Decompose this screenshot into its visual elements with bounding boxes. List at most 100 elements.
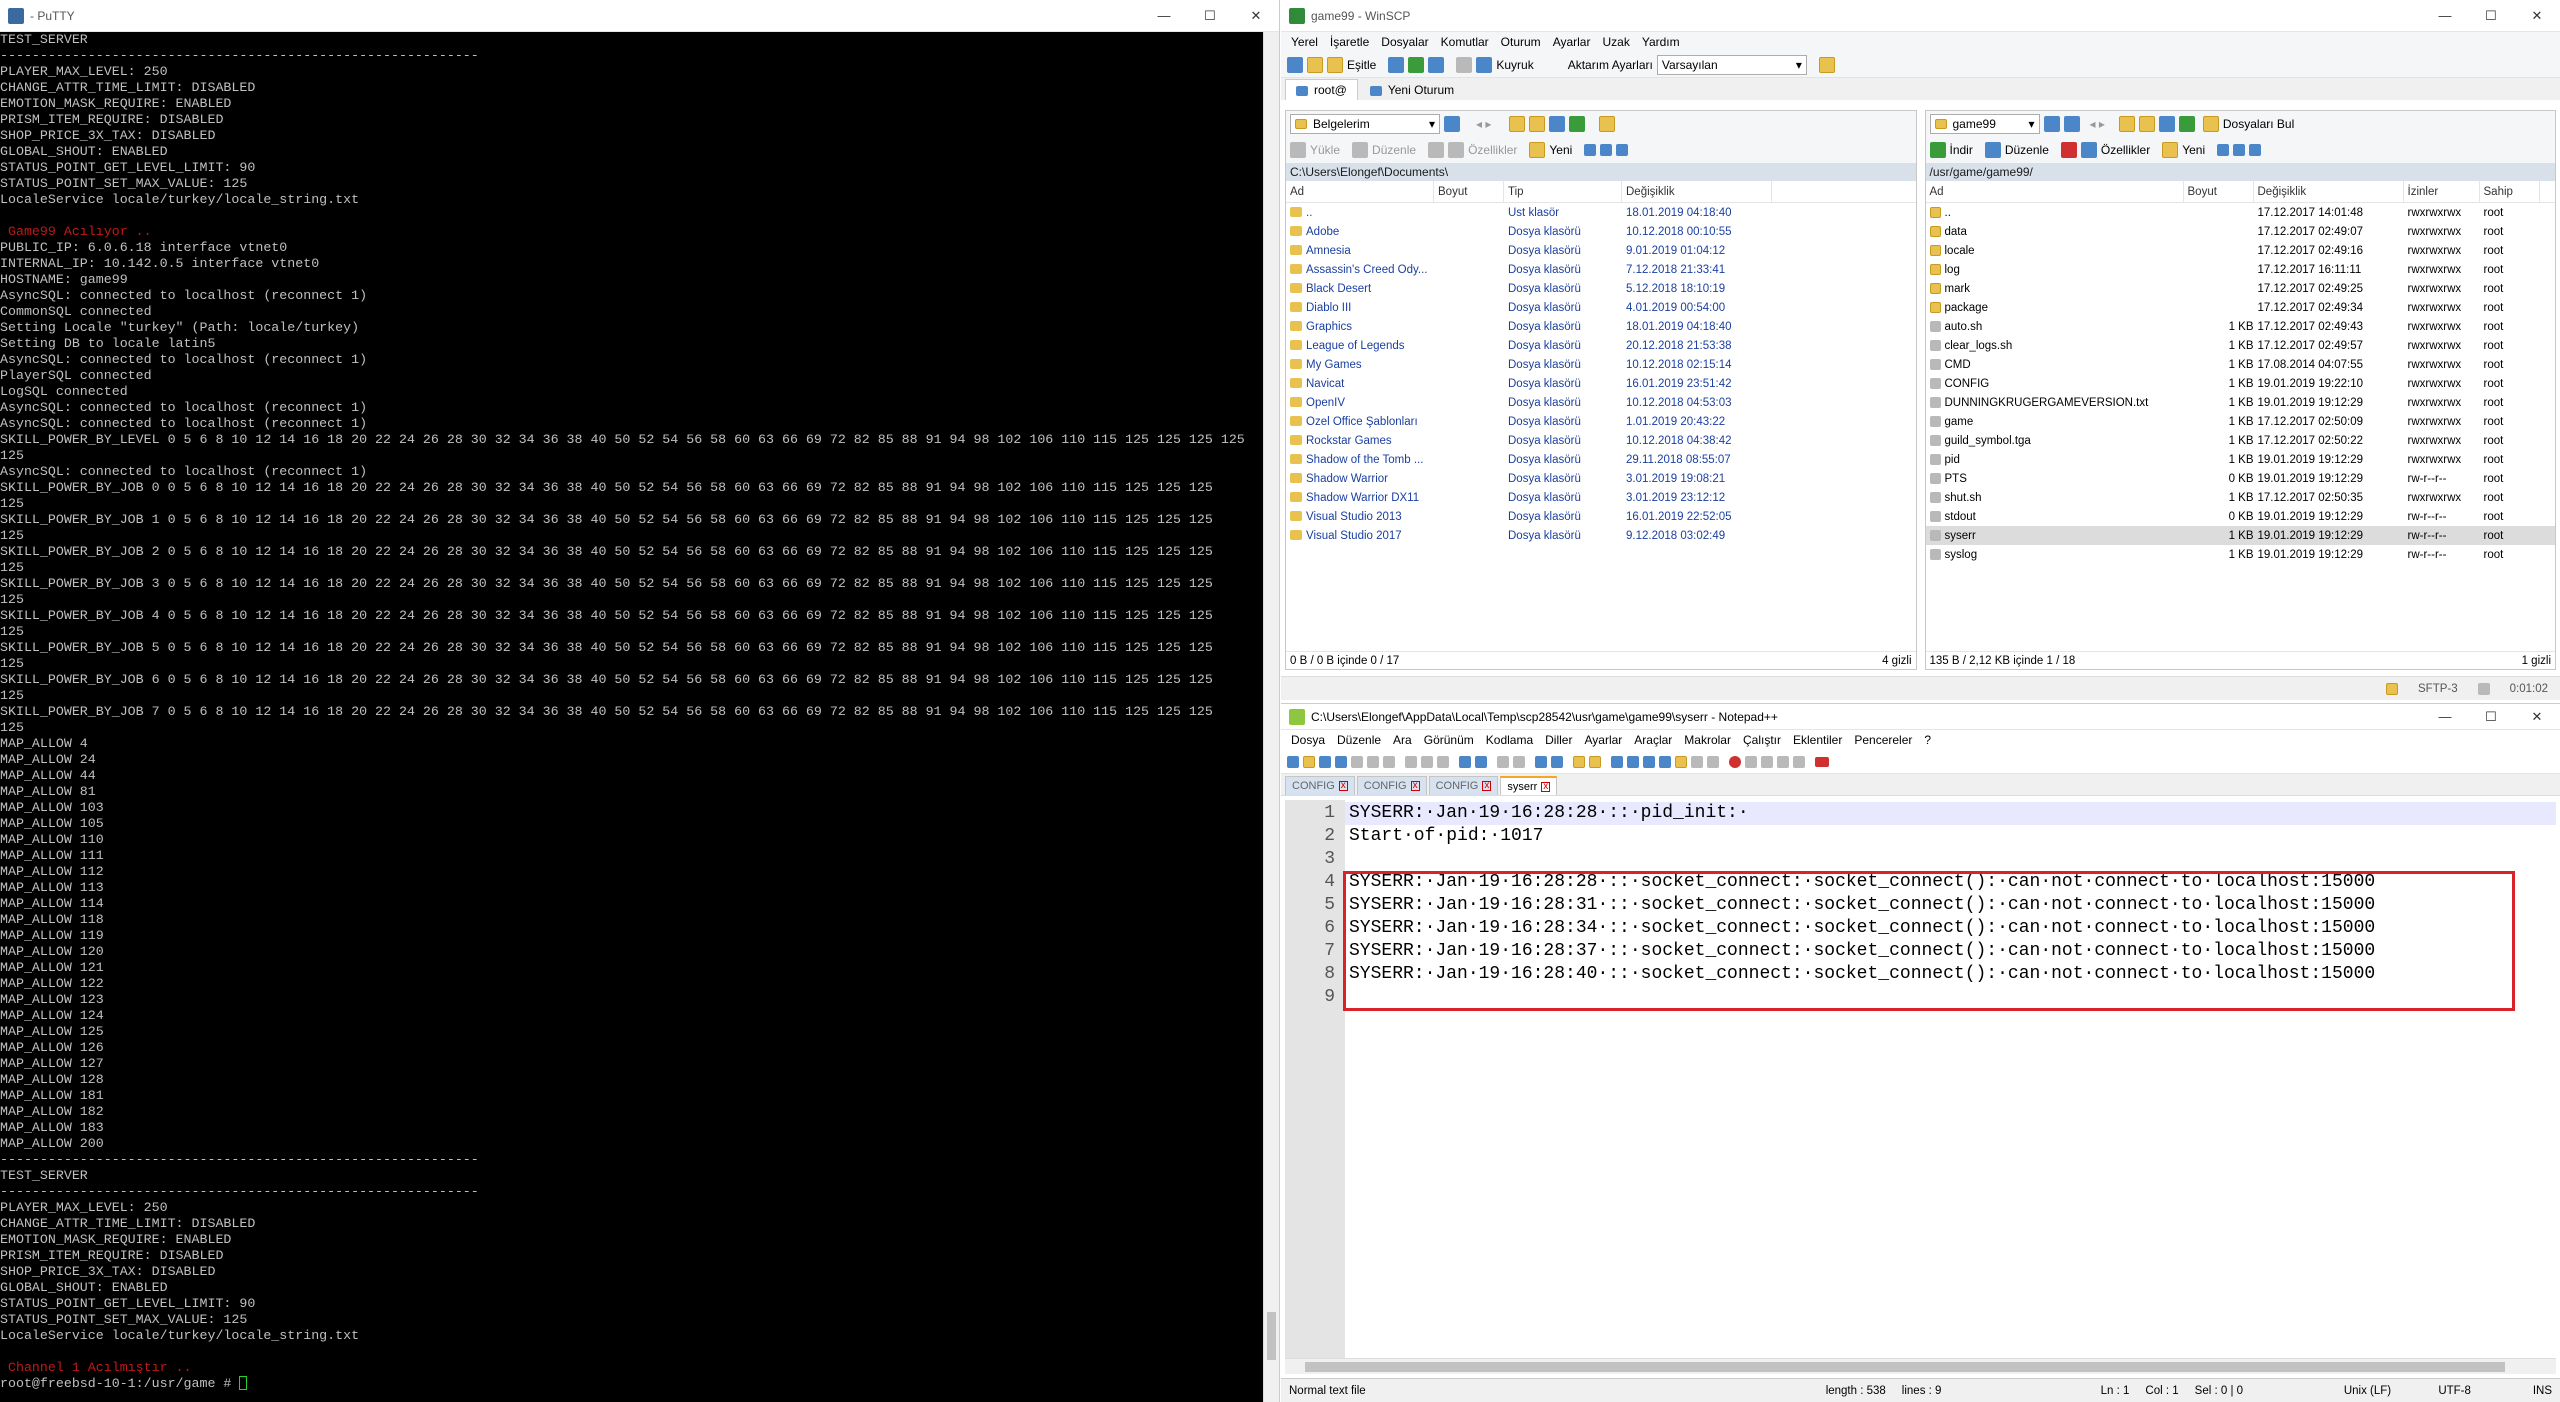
expand-icon[interactable] <box>1584 144 1597 156</box>
remote-file-row[interactable]: mark 17.12.2017 02:49:25 rwxrwxrwx root <box>1926 279 2556 298</box>
local-file-row[interactable]: Shadow Warrior Dosya klasörü 3.01.2019 19:… <box>1286 469 1916 488</box>
parent-folder-icon[interactable] <box>2118 116 2135 132</box>
putty-icon[interactable] <box>1408 56 1425 73</box>
maximize-button[interactable]: ☐ <box>2468 0 2514 32</box>
code-line[interactable]: ​ <box>1345 848 2556 871</box>
remote-file-row[interactable]: syslog 1 KB 19.01.2019 19:12:29 rw-r--r-- ro… <box>1926 545 2556 564</box>
back-icon[interactable]: ◂ ▸ <box>2090 117 2105 131</box>
collapse-icon[interactable] <box>2233 144 2246 156</box>
preset-icon[interactable] <box>1818 56 1835 73</box>
menu-local[interactable]: Yerel <box>1285 35 1324 49</box>
upload-button[interactable]: Yükle <box>1310 143 1340 157</box>
find-icon[interactable] <box>1599 116 1616 132</box>
minimize-button[interactable]: — <box>1141 0 1187 32</box>
remote-file-row[interactable]: PTS 0 KB 19.01.2019 19:12:29 rw-r--r-- root <box>1926 469 2556 488</box>
col-modified[interactable]: Değişiklik <box>1622 181 1772 202</box>
upload-icon[interactable] <box>1290 142 1306 158</box>
remote-file-row[interactable]: game 1 KB 17.12.2017 02:50:09 rwxrwxrwx root <box>1926 412 2556 431</box>
menu-run[interactable]: Çalıştır <box>1737 733 1787 747</box>
local-file-row[interactable]: My Games Dosya klasörü 10.12.2018 02:15:14 <box>1286 355 1916 374</box>
indent-guide-icon[interactable] <box>1643 755 1655 768</box>
maximize-button[interactable]: ☐ <box>2468 704 2514 730</box>
sync-h-icon[interactable] <box>1589 755 1601 768</box>
close-icon[interactable]: x <box>1482 781 1492 791</box>
menu-mark[interactable]: İşaretle <box>1324 35 1375 49</box>
code-line[interactable]: SYSERR:·Jan·19·16:28:28·::·pid_init:· <box>1345 802 2556 825</box>
new-button[interactable]: Yeni <box>1549 143 1572 157</box>
editor[interactable]: 123456789 SYSERR:·Jan·19·16:28:28·::·pid… <box>1285 800 2556 1360</box>
minimize-button[interactable]: — <box>2422 704 2468 730</box>
zoom-out-icon[interactable] <box>1551 755 1563 768</box>
local-file-row[interactable]: Shadow Warrior DX11 Dosya klasörü 3.01.201… <box>1286 488 1916 507</box>
new-session-tab[interactable]: Yeni Oturum <box>1359 80 1465 100</box>
filter-icon[interactable] <box>2249 144 2262 156</box>
properties-icon[interactable] <box>2080 142 2097 158</box>
root-folder-icon[interactable] <box>1529 116 1546 132</box>
edit-icon[interactable] <box>1352 142 1369 158</box>
terminal-prompt-line[interactable]: root@freebsd-10-1:/usr/game # <box>0 1376 1264 1392</box>
remote-file-row[interactable]: stdout 0 KB 19.01.2019 19:12:29 rw-r--r-- ro… <box>1926 507 2556 526</box>
terminal-icon[interactable] <box>1388 56 1405 73</box>
transfer-settings-select[interactable]: Varsayılan ▾ <box>1656 54 1807 75</box>
tab-config-2[interactable]: CONFIG x <box>1356 776 1427 795</box>
function-list-icon[interactable] <box>1691 755 1703 768</box>
menu-help[interactable]: Yardım <box>1636 35 1686 49</box>
find-files-button[interactable]: Dosyaları Bul <box>2223 117 2294 131</box>
tab-config-1[interactable]: CONFIG x <box>1285 776 1355 795</box>
terminal-output[interactable]: TEST_SERVER -----------------------------… <box>0 32 1264 1402</box>
zoom-in-icon[interactable] <box>1535 755 1547 768</box>
replace-icon[interactable] <box>1513 755 1525 768</box>
print-icon[interactable] <box>1383 755 1395 768</box>
menu-file[interactable]: Dosya <box>1285 733 1331 747</box>
remote-file-row[interactable]: CONFIG 1 KB 19.01.2019 19:22:10 rwxrwxrwx ro… <box>1926 374 2556 393</box>
local-file-row[interactable]: .. Üst klasör 18.01.2019 04:18:40 <box>1286 203 1916 222</box>
maximize-button[interactable]: ☐ <box>1187 0 1233 32</box>
doc-map-icon[interactable] <box>1675 755 1687 768</box>
gear-icon[interactable] <box>1456 56 1473 73</box>
session-tab[interactable]: root@ <box>1285 79 1358 100</box>
delete-icon[interactable] <box>1428 142 1445 158</box>
collapse-icon[interactable] <box>1600 144 1613 156</box>
new-icon[interactable] <box>2162 142 2179 158</box>
home-icon[interactable] <box>1549 116 1566 132</box>
save-macro-icon[interactable] <box>1793 755 1805 768</box>
sync-icon[interactable] <box>1327 56 1343 73</box>
col-name[interactable]: Ad <box>1286 181 1434 202</box>
undo-icon[interactable] <box>1459 755 1471 768</box>
menu-window[interactable]: Pencereler <box>1848 733 1918 747</box>
sync-v-icon[interactable] <box>1573 755 1585 768</box>
close-all-icon[interactable] <box>1367 755 1379 768</box>
back-icon[interactable]: ◂ ▸ <box>1476 117 1491 131</box>
local-drive-select[interactable]: Belgelerim ▾ <box>1290 114 1440 134</box>
minimize-button[interactable]: — <box>2422 0 2468 32</box>
download-button[interactable]: İndir <box>1950 143 1973 157</box>
local-file-row[interactable]: OpenIV Dosya klasörü 10.12.2018 04:53:03 <box>1286 393 1916 412</box>
close-icon[interactable]: x <box>1338 781 1348 791</box>
filter-icon[interactable] <box>1616 144 1629 156</box>
edit-button[interactable]: Düzenle <box>2005 143 2049 157</box>
remote-file-row[interactable]: locale 17.12.2017 02:49:16 rwxrwxrwx root <box>1926 241 2556 260</box>
remote-file-row[interactable]: DUNNINGKRUGERGAMEVERSION.txt 1 KB 19.01.20… <box>1926 393 2556 412</box>
remote-file-row[interactable]: .. 17.12.2017 14:01:48 rwxrwxrwx root <box>1926 203 2556 222</box>
copy-icon[interactable] <box>1421 755 1433 768</box>
folder-workspace-icon[interactable] <box>1707 755 1719 768</box>
filter-icon[interactable] <box>1444 116 1460 132</box>
filter-icon[interactable] <box>2043 116 2060 132</box>
col-permissions[interactable]: İzinler <box>2404 181 2480 202</box>
menu-plugins[interactable]: Eklentiler <box>1787 733 1848 747</box>
save-icon[interactable] <box>1319 755 1331 768</box>
close-icon[interactable]: x <box>1541 781 1551 792</box>
home-icon[interactable] <box>2158 116 2175 132</box>
remote-file-row[interactable]: pid 1 KB 19.01.2019 19:12:29 rwxrwxrwx root <box>1926 450 2556 469</box>
tab-syserr[interactable]: syserr x <box>1500 776 1558 795</box>
local-file-row[interactable]: Visual Studio 2013 Dosya klasörü 16.01.201… <box>1286 507 1916 526</box>
col-type[interactable]: Tip <box>1504 181 1622 202</box>
paste-icon[interactable] <box>1437 755 1449 768</box>
col-size[interactable]: Boyut <box>2184 181 2254 202</box>
menu-macro[interactable]: Makrolar <box>1678 733 1737 747</box>
find-files-icon[interactable] <box>2202 116 2219 132</box>
horizontal-scrollbar[interactable] <box>1285 1358 2556 1374</box>
wrap-icon[interactable] <box>1611 755 1623 768</box>
remote-dir-select[interactable]: game99 ▾ <box>1929 114 2040 134</box>
refresh-icon[interactable] <box>2178 116 2195 132</box>
